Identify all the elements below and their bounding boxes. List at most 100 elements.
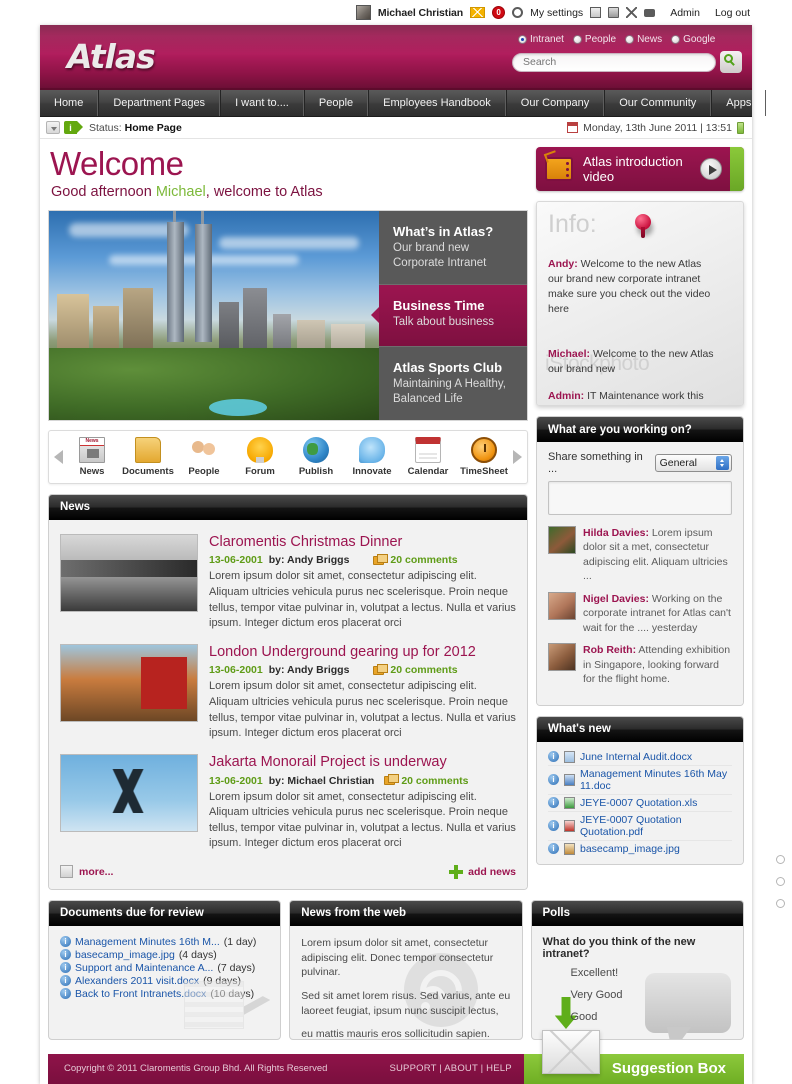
- avatar[interactable]: [548, 526, 576, 554]
- poll-radio-excellent[interactable]: [775, 855, 785, 864]
- news-title[interactable]: Claromentis Christmas Dinner: [209, 534, 516, 551]
- search-scope-news[interactable]: News: [625, 34, 662, 45]
- list-item[interactable]: i JEYE-0007 Quotation Quotation.pdf: [548, 812, 732, 841]
- news-comment-count[interactable]: 20 comments: [401, 775, 468, 787]
- info-icon: i: [548, 797, 559, 809]
- gear-icon[interactable]: [512, 7, 524, 18]
- avatar[interactable]: [548, 643, 576, 672]
- avatar[interactable]: [548, 591, 576, 620]
- nav-item-home[interactable]: Home: [40, 90, 99, 116]
- nav-item-our-company[interactable]: Our Company: [505, 90, 605, 116]
- channel-select[interactable]: General: [654, 454, 732, 472]
- poll-option-excellent[interactable]: Excellent!: [571, 967, 732, 979]
- search-button[interactable]: [720, 51, 742, 73]
- list-item[interactable]: i Management Minutes 16th May 11.doc: [548, 766, 732, 795]
- intro-video-banner[interactable]: Atlas introduction video: [536, 147, 744, 191]
- site-logo[interactable]: Atlas: [67, 37, 156, 76]
- shortcut-publish[interactable]: Publish: [288, 436, 344, 477]
- shortcut-people[interactable]: People: [176, 437, 232, 477]
- add-news-button[interactable]: add news: [449, 864, 516, 879]
- poll-radio-very-good[interactable]: [775, 877, 785, 886]
- presentation-icon[interactable]: [590, 7, 602, 18]
- search-scope-people[interactable]: People: [572, 34, 616, 45]
- shortcut-next-button[interactable]: [512, 449, 523, 464]
- news-comment-count[interactable]: 20 comments: [390, 664, 457, 676]
- hero-panel-atlas-sports-club[interactable]: Atlas Sports Club Maintaining A Healthy,…: [379, 345, 527, 420]
- news-body: Jakarta Monorail Project is underway 13-…: [209, 754, 516, 852]
- logout-link[interactable]: Log out: [715, 7, 750, 19]
- keyboard-icon[interactable]: [644, 8, 656, 17]
- my-settings-link[interactable]: My settings: [530, 7, 583, 19]
- hero-panel-business-time[interactable]: Business Time Talk about business: [371, 283, 527, 346]
- copyright-text: Copyright © 2011 Claromentis Group Bhd. …: [64, 1063, 328, 1075]
- status-composer-input[interactable]: [548, 481, 732, 515]
- news-title[interactable]: Jakarta Monorail Project is underway: [209, 754, 516, 771]
- list-item[interactable]: i June Internal Audit.docx: [548, 749, 732, 766]
- info-icon: i: [60, 962, 71, 974]
- poll-radio-good[interactable]: [775, 899, 785, 908]
- feed-text: Hilda Davies: Lorem ipsum dolor sit a me…: [583, 526, 732, 584]
- search-input[interactable]: [512, 52, 716, 72]
- play-icon[interactable]: [700, 158, 722, 180]
- hero-panel-whats-in-atlas[interactable]: What’s in Atlas? Our brand new Corporate…: [379, 210, 527, 284]
- welcome-greeting: Good afternoon: [51, 183, 156, 200]
- nav-item-department-pages[interactable]: Department Pages: [98, 90, 221, 116]
- admin-link[interactable]: Admin: [670, 7, 700, 19]
- nav-item-apps[interactable]: Apps: [711, 90, 767, 116]
- avatar: [355, 5, 371, 20]
- poll-option-good[interactable]: Good: [571, 1011, 732, 1023]
- chevron-down-icon[interactable]: [46, 121, 60, 134]
- feed-author[interactable]: Nigel Davies:: [583, 593, 649, 605]
- shortcut-calendar[interactable]: Calendar: [400, 436, 456, 477]
- news-panel-title: News: [49, 494, 527, 520]
- shortcut-label: People: [188, 465, 220, 477]
- radio-icon[interactable]: [518, 35, 527, 44]
- document-name[interactable]: Alexanders 2011 visit.docx: [75, 975, 199, 987]
- monitor-icon[interactable]: [608, 7, 620, 18]
- radio-icon[interactable]: [671, 35, 681, 44]
- fullscreen-icon[interactable]: [626, 7, 638, 18]
- nav-item-i-want-to[interactable]: I want to....: [220, 90, 304, 116]
- news-excerpt: Lorem ipsum dolor sit amet, consectetur …: [209, 680, 516, 740]
- search-scope-google[interactable]: Google: [671, 34, 715, 45]
- suggestion-box-label: Suggestion Box: [611, 1060, 726, 1078]
- news-thumbnail[interactable]: [60, 643, 198, 722]
- lightbulb-icon: [247, 436, 273, 463]
- shortcut-innovate[interactable]: Innovate: [344, 436, 400, 477]
- feed-author[interactable]: Hilda Davies:: [583, 527, 649, 539]
- shortcut-timesheet[interactable]: TimeSheet: [456, 436, 512, 477]
- search-scope-intranet[interactable]: Intranet: [518, 34, 564, 45]
- list-item[interactable]: i basecamp_image.jpg: [548, 841, 732, 857]
- footer-links[interactable]: SUPPORT | ABOUT | HELP: [389, 1063, 511, 1074]
- list-item[interactable]: i Management Minutes 16th M... (1 day): [60, 936, 269, 948]
- feed-author[interactable]: Rob Reith:: [583, 644, 636, 656]
- file-name[interactable]: June Internal Audit.docx: [580, 751, 692, 763]
- shortcut-documents[interactable]: Documents: [120, 436, 176, 477]
- news-comment-count[interactable]: 20 comments: [390, 554, 457, 566]
- news-thumbnail[interactable]: [60, 753, 198, 832]
- file-name[interactable]: JEYE-0007 Quotation Quotation.pdf: [580, 814, 732, 838]
- notification-badge[interactable]: 0: [492, 6, 506, 19]
- file-name[interactable]: Management Minutes 16th May 11.doc: [580, 768, 732, 792]
- shortcut-prev-button[interactable]: [53, 449, 64, 464]
- file-name[interactable]: JEYE-0007 Quotation.xls: [580, 797, 697, 809]
- shortcut-forum[interactable]: Forum: [232, 436, 288, 477]
- document-name[interactable]: Management Minutes 16th M...: [75, 936, 220, 948]
- intro-video-label: Atlas introduction video: [583, 154, 683, 184]
- file-name[interactable]: basecamp_image.jpg: [580, 843, 680, 855]
- news-more-link[interactable]: more...: [60, 865, 113, 879]
- nav-item-our-community[interactable]: Our Community: [604, 90, 712, 116]
- shortcut-news[interactable]: News: [64, 436, 120, 477]
- suggestion-box-button[interactable]: Suggestion Box: [524, 1029, 744, 1084]
- poll-option-very-good[interactable]: Very Good: [571, 989, 732, 1001]
- document-name[interactable]: basecamp_image.jpg: [75, 949, 175, 961]
- nav-item-people[interactable]: People: [303, 90, 369, 116]
- list-item[interactable]: i JEYE-0007 Quotation.xls: [548, 795, 732, 812]
- radio-icon[interactable]: [625, 35, 635, 44]
- news-item: Jakarta Monorail Project is underway 13-…: [60, 749, 516, 859]
- mail-icon[interactable]: [470, 7, 486, 18]
- news-thumbnail[interactable]: [60, 533, 198, 612]
- nav-item-employees-handbook[interactable]: Employees Handbook: [368, 90, 506, 116]
- radio-icon[interactable]: [572, 35, 582, 44]
- news-title[interactable]: London Underground gearing up for 2012: [209, 644, 516, 661]
